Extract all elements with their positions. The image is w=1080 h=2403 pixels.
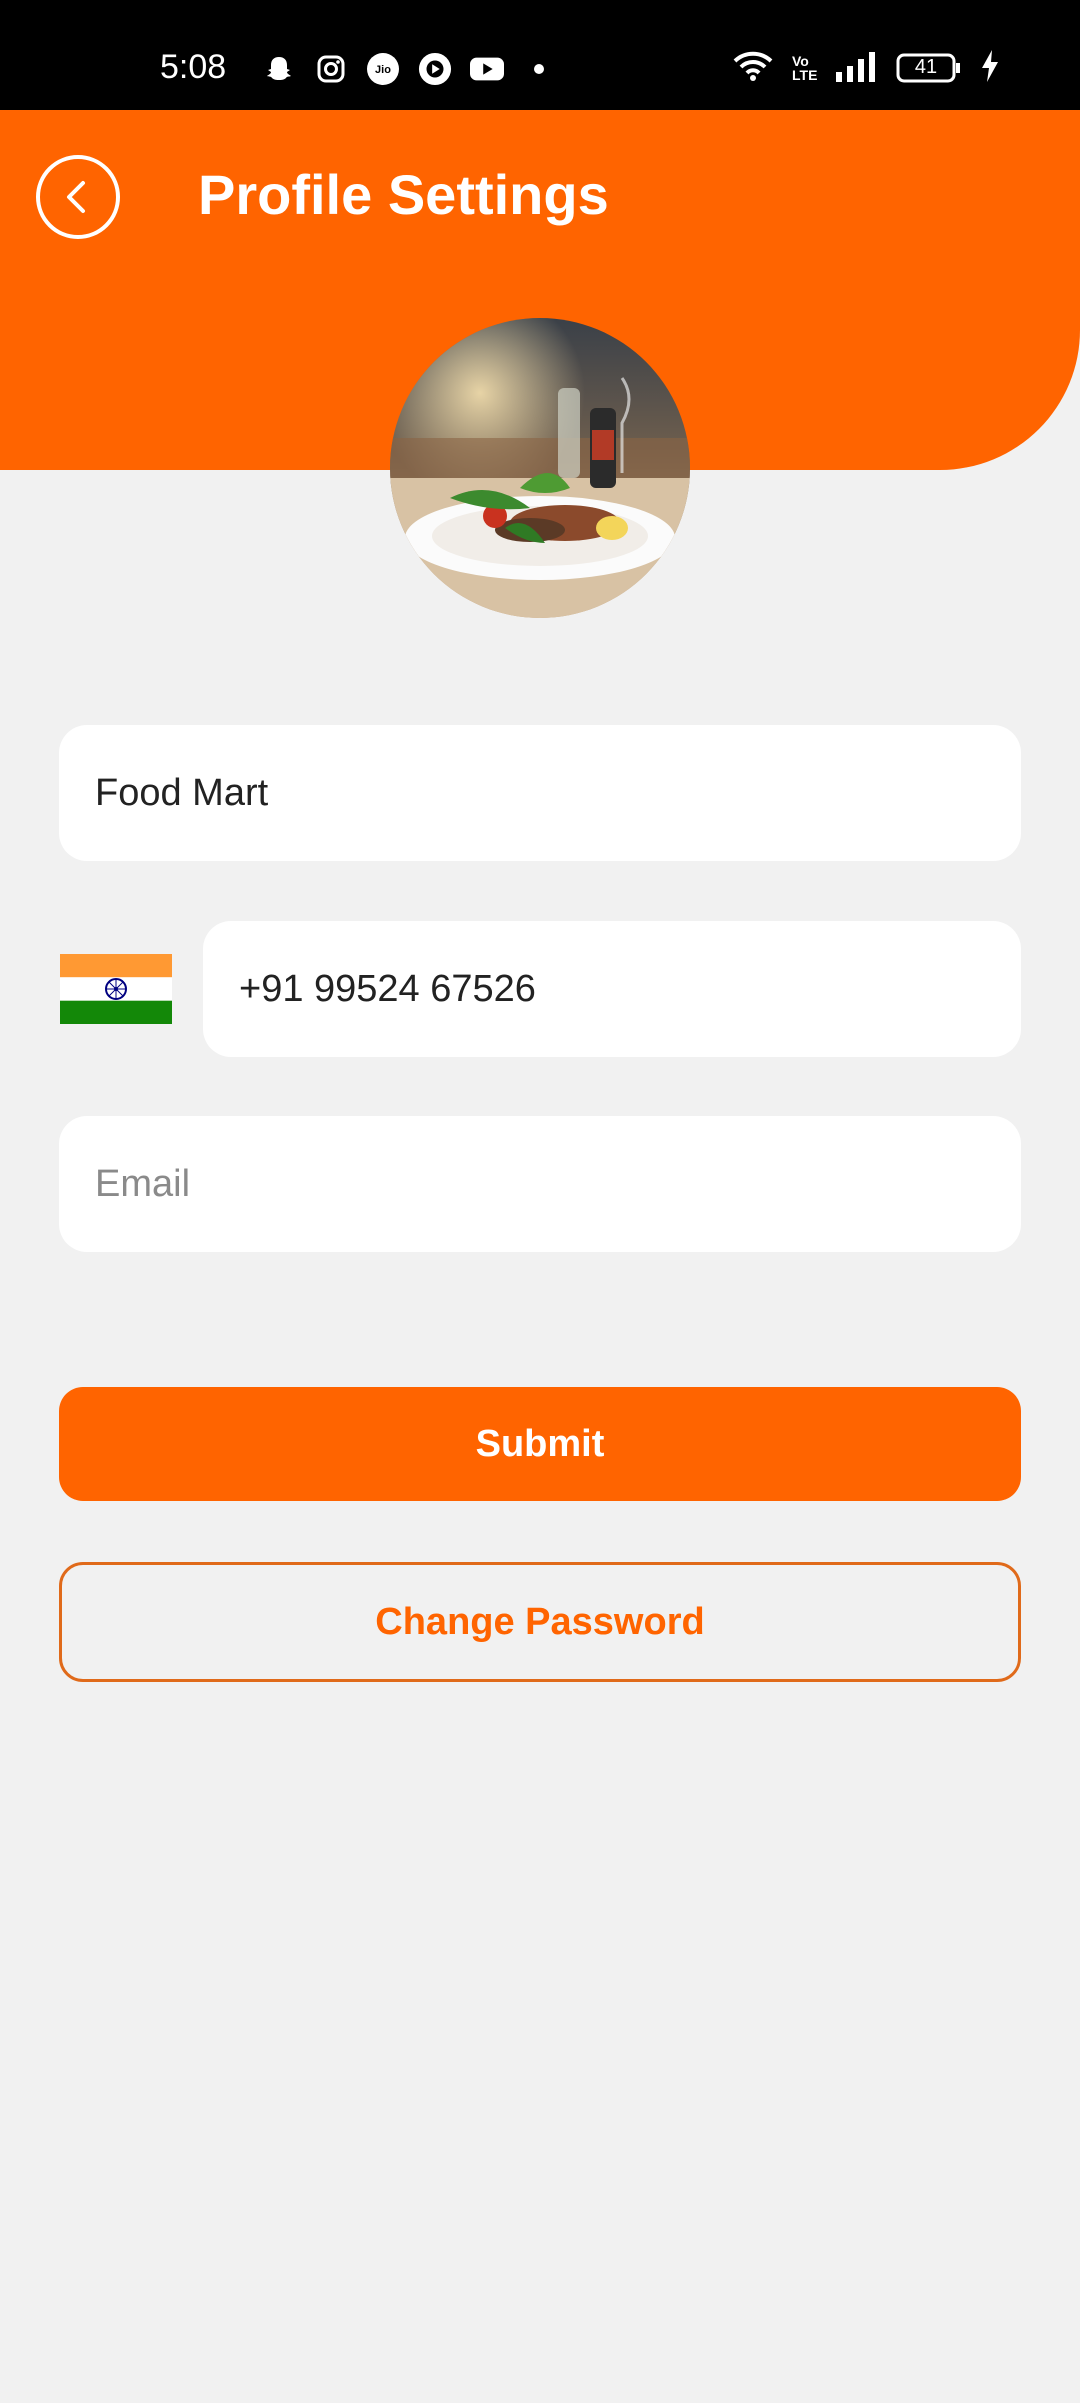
name-field[interactable]: Food Mart bbox=[59, 725, 1021, 861]
status-right-icons: Vo LTE 41 bbox=[732, 50, 1000, 86]
back-button[interactable] bbox=[36, 155, 120, 239]
svg-text:Jio: Jio bbox=[375, 64, 391, 76]
submit-button[interactable]: Submit bbox=[59, 1387, 1021, 1501]
battery-icon: 41 bbox=[896, 52, 962, 84]
volte-icon: Vo LTE bbox=[792, 53, 818, 83]
wifi-icon bbox=[732, 50, 774, 86]
signal-icon bbox=[834, 50, 878, 86]
status-bar: 5:08 Jio Vo LTE 41 bbox=[0, 0, 1080, 110]
restaurant-dish-image bbox=[390, 318, 690, 618]
india-flag-icon[interactable] bbox=[60, 954, 172, 1024]
change-password-button[interactable]: Change Password bbox=[59, 1562, 1021, 1682]
snapchat-icon bbox=[262, 52, 296, 86]
battery-level: 41 bbox=[914, 56, 938, 78]
instagram-icon bbox=[314, 52, 348, 86]
jio-icon: Jio bbox=[366, 52, 400, 86]
phone-field[interactable]: +91 99524 67526 bbox=[203, 921, 1021, 1057]
charging-icon bbox=[980, 50, 1000, 86]
dot-icon bbox=[522, 52, 556, 86]
youtube-icon bbox=[470, 52, 504, 86]
chevron-left-icon bbox=[67, 181, 85, 213]
status-time: 5:08 bbox=[160, 48, 227, 86]
status-left-icons: Jio bbox=[262, 52, 556, 86]
email-field[interactable]: Email bbox=[59, 1116, 1021, 1252]
play-icon bbox=[418, 52, 452, 86]
profile-avatar[interactable] bbox=[390, 318, 690, 618]
page-title: Profile Settings bbox=[198, 163, 609, 226]
